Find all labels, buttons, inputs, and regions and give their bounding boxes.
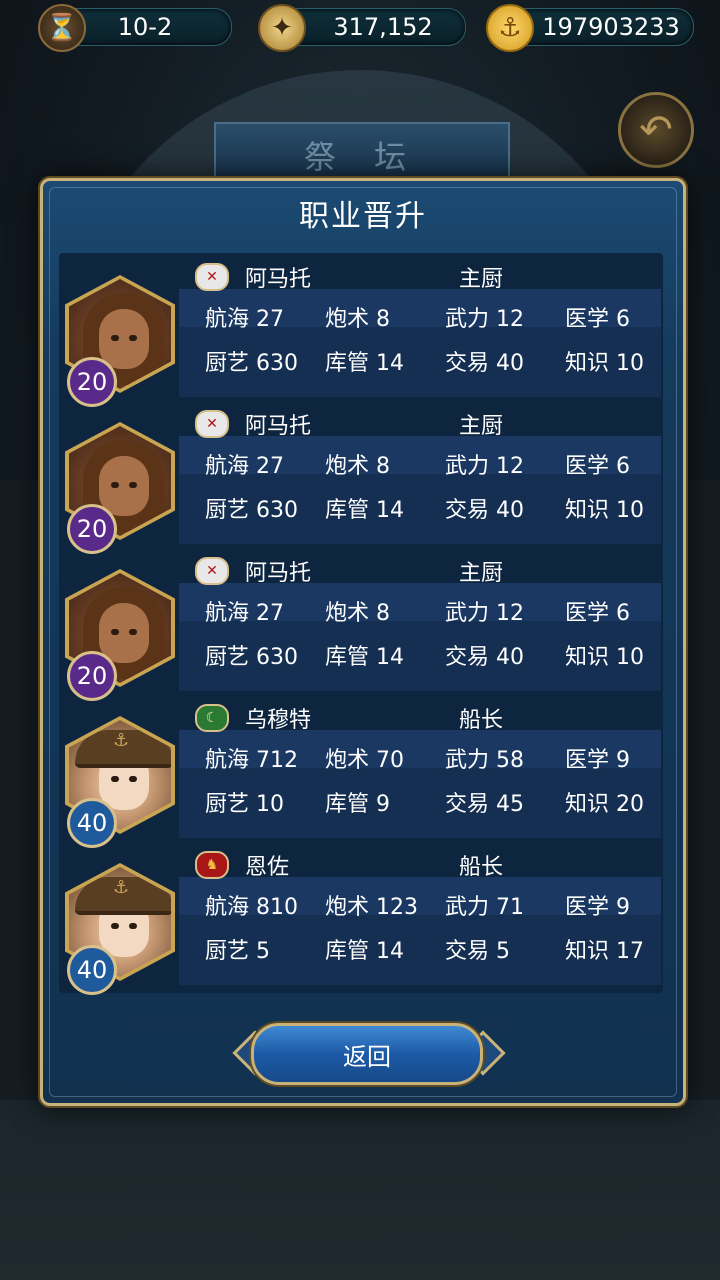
stat-cooking: 厨艺 630 [205,351,298,376]
sailor-job: 船长 [459,708,504,733]
ottoman-flag-icon: ☾ [195,704,229,732]
stat-combat: 武力 12 [445,454,524,479]
sailor-row[interactable]: ⚓ 40 ♞ 恩佐 船长 航海 810 炮术 123 武力 71 医学 9 厨艺… [59,849,663,995]
venice-lion-flag-icon: ♞ [195,851,229,879]
compass-coin-icon: ✦ [258,4,306,52]
sailor-job: 主厨 [459,267,504,292]
stat-knowledge: 知识 10 [565,351,644,376]
back-arrow-icon[interactable]: ↶ [618,92,694,168]
sailor-name: 阿马托 [245,561,312,586]
stat-combat: 武力 12 [445,601,524,626]
dialog-title: 职业晋升 [299,199,427,234]
stat-storage: 库管 14 [325,498,404,523]
sailor-name: 恩佐 [245,855,290,880]
level-badge: 40 [67,798,117,848]
level-badge: 20 [67,504,117,554]
stat-storage: 库管 9 [325,792,390,817]
hourglass-icon: ⏳ [38,4,86,52]
promotion-dialog: 职业晋升 20 ✕ 阿马托 主厨 航海 27 炮术 8 武力 12 医学 6 厨… [40,178,686,1106]
background-pillar-left [0,480,40,1140]
stat-cooking: 厨艺 630 [205,498,298,523]
stat-medicine: 医学 6 [565,601,630,626]
stat-gunnery: 炮术 8 [325,601,390,626]
altar-header-text: 祭 坛 [303,138,421,176]
ducats-value: 197903233 [542,13,680,41]
sailor-list[interactable]: 20 ✕ 阿马托 主厨 航海 27 炮术 8 武力 12 医学 6 厨艺 630… [59,253,663,995]
burgundy-cross-flag-icon: ✕ [195,410,229,438]
sailor-name: 乌穆特 [245,708,312,733]
stat-storage: 库管 14 [325,939,404,964]
sailor-row[interactable]: ⚓ 40 ☾ 乌穆特 船长 航海 712 炮术 70 武力 58 医学 9 厨艺… [59,702,663,848]
resource-bar: 10-2 ⏳ 317,152 ✦ 197903233 ⚓ [0,0,720,56]
anchor-coin-icon: ⚓ [486,4,534,52]
stat-navigation: 航海 27 [205,454,284,479]
stat-knowledge: 知识 10 [565,498,644,523]
stat-knowledge: 知识 17 [565,939,644,964]
gold-value: 317,152 [333,13,433,41]
level-badge: 20 [67,357,117,407]
stat-gunnery: 炮术 8 [325,454,390,479]
gold-display: 317,152 [280,8,466,46]
sailor-name: 阿马托 [245,414,312,439]
stat-storage: 库管 14 [325,351,404,376]
stat-navigation: 航海 810 [205,895,298,920]
stat-navigation: 航海 27 [205,307,284,332]
stat-trade: 交易 5 [445,939,510,964]
sailor-row[interactable]: 20 ✕ 阿马托 主厨 航海 27 炮术 8 武力 12 医学 6 厨艺 630… [59,555,663,701]
stat-navigation: 航海 27 [205,601,284,626]
sailor-job: 主厨 [459,561,504,586]
sailor-row[interactable]: 20 ✕ 阿马托 主厨 航海 27 炮术 8 武力 12 医学 6 厨艺 630… [59,408,663,554]
sailor-portrait: 20 [65,422,175,554]
stat-gunnery: 炮术 123 [325,895,418,920]
stat-storage: 库管 14 [325,645,404,670]
stat-gunnery: 炮术 8 [325,307,390,332]
stat-medicine: 医学 9 [565,895,630,920]
burgundy-cross-flag-icon: ✕ [195,263,229,291]
stat-cooking: 厨艺 5 [205,939,270,964]
stat-combat: 武力 12 [445,307,524,332]
ducats-display: 197903233 [508,8,694,46]
background-pillar-right [680,480,720,1140]
return-button[interactable]: 返回 [251,1023,483,1085]
stat-knowledge: 知识 10 [565,645,644,670]
sailor-job: 主厨 [459,414,504,439]
sailor-portrait: ⚓ 40 [65,863,175,995]
stat-cooking: 厨艺 630 [205,645,298,670]
stat-cooking: 厨艺 10 [205,792,284,817]
level-value: 10-2 [117,13,173,41]
stat-combat: 武力 71 [445,895,524,920]
stat-trade: 交易 40 [445,498,524,523]
stat-trade: 交易 40 [445,351,524,376]
altar-header: 祭 坛 [214,122,510,186]
stat-medicine: 医学 6 [565,454,630,479]
level-badge: 40 [67,945,117,995]
level-badge: 20 [67,651,117,701]
stat-medicine: 医学 6 [565,307,630,332]
stat-medicine: 医学 9 [565,748,630,773]
stat-trade: 交易 45 [445,792,524,817]
background-floor [0,1100,720,1280]
sailor-job: 船长 [459,855,504,880]
burgundy-cross-flag-icon: ✕ [195,557,229,585]
sailor-name: 阿马托 [245,267,312,292]
sailor-portrait: ⚓ 40 [65,716,175,848]
stat-trade: 交易 40 [445,645,524,670]
stat-knowledge: 知识 20 [565,792,644,817]
stat-gunnery: 炮术 70 [325,748,404,773]
sailor-row[interactable]: 20 ✕ 阿马托 主厨 航海 27 炮术 8 武力 12 医学 6 厨艺 630… [59,261,663,407]
stat-combat: 武力 58 [445,748,524,773]
sailor-portrait: 20 [65,569,175,701]
stat-navigation: 航海 712 [205,748,298,773]
sailor-portrait: 20 [65,275,175,407]
